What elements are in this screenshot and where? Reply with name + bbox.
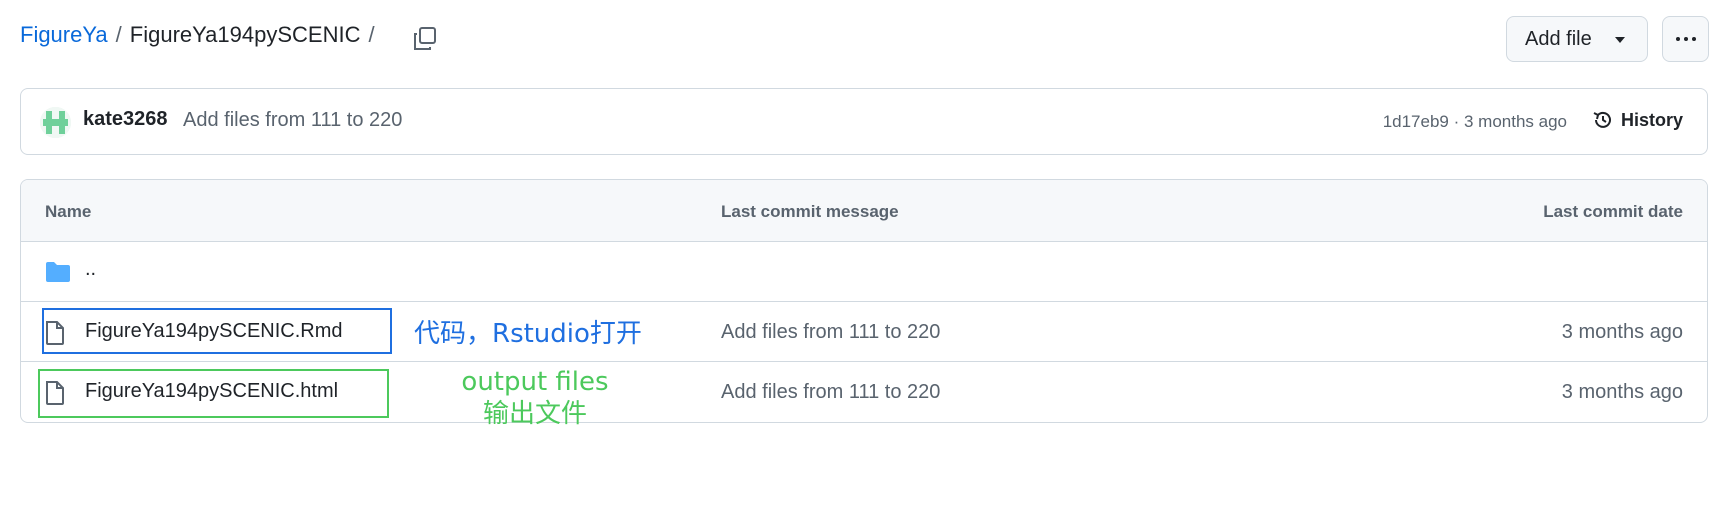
more-options-button[interactable] <box>1662 16 1709 62</box>
kebab-horizontal-icon <box>1675 37 1680 41</box>
html-highlight-box <box>38 369 389 418</box>
column-header-commit-message: Last commit message <box>721 202 899 221</box>
table-header: Name Last commit message Last commit dat… <box>21 180 1707 242</box>
copy-path-button[interactable] <box>412 26 438 52</box>
commit-hash-and-time[interactable]: 1d17eb9 · 3 months ago <box>1383 112 1567 132</box>
column-header-commit-date: Last commit date <box>1543 202 1683 221</box>
html-annotation-text: output files 输出文件 <box>440 366 630 430</box>
html-annotation-line1: output files <box>461 367 609 397</box>
latest-commit-bar: kate3268 Add files from 111 to 220 1d17e… <box>20 88 1708 155</box>
breadcrumb-separator: / <box>115 22 122 47</box>
breadcrumb: FigureYa / FigureYa194pySCENIC / <box>20 22 383 48</box>
folder-icon <box>46 262 70 282</box>
file-commit-message-link[interactable]: Add files from 111 to 220 <box>721 321 940 344</box>
html-annotation-line2: 输出文件 <box>482 399 587 429</box>
rmd-highlight-box <box>42 308 392 354</box>
identicon-icon <box>40 107 71 138</box>
add-file-label: Add file <box>1525 27 1592 50</box>
file-commit-date: 3 months ago <box>1561 381 1683 403</box>
commit-message-link[interactable]: Add files from 111 to 220 <box>183 109 402 132</box>
parent-directory-link[interactable]: .. <box>85 258 96 281</box>
history-button[interactable]: History <box>1592 109 1683 131</box>
file-commit-message-link[interactable]: Add files from 111 to 220 <box>721 381 940 404</box>
breadcrumb-current-folder: FigureYa194pySCENIC <box>129 22 361 47</box>
file-commit-date: 3 months ago <box>1561 321 1683 343</box>
breadcrumb-separator: / <box>368 22 375 47</box>
commit-author-link[interactable]: kate3268 <box>83 108 168 131</box>
parent-directory-row[interactable]: .. <box>21 242 1707 302</box>
breadcrumb-owner-link[interactable]: FigureYa <box>20 22 108 48</box>
copy-icon <box>414 27 436 50</box>
avatar[interactable] <box>40 107 71 138</box>
kebab-dot <box>1683 37 1688 41</box>
history-icon <box>1593 111 1611 128</box>
triangle-down-icon <box>1615 37 1625 43</box>
add-file-button[interactable]: Add file <box>1506 16 1648 62</box>
kebab-dot <box>1691 37 1696 41</box>
rmd-annotation-text: 代码，Rstudio打开 <box>414 319 642 349</box>
history-label: History <box>1620 109 1683 130</box>
column-header-name: Name <box>45 202 92 221</box>
